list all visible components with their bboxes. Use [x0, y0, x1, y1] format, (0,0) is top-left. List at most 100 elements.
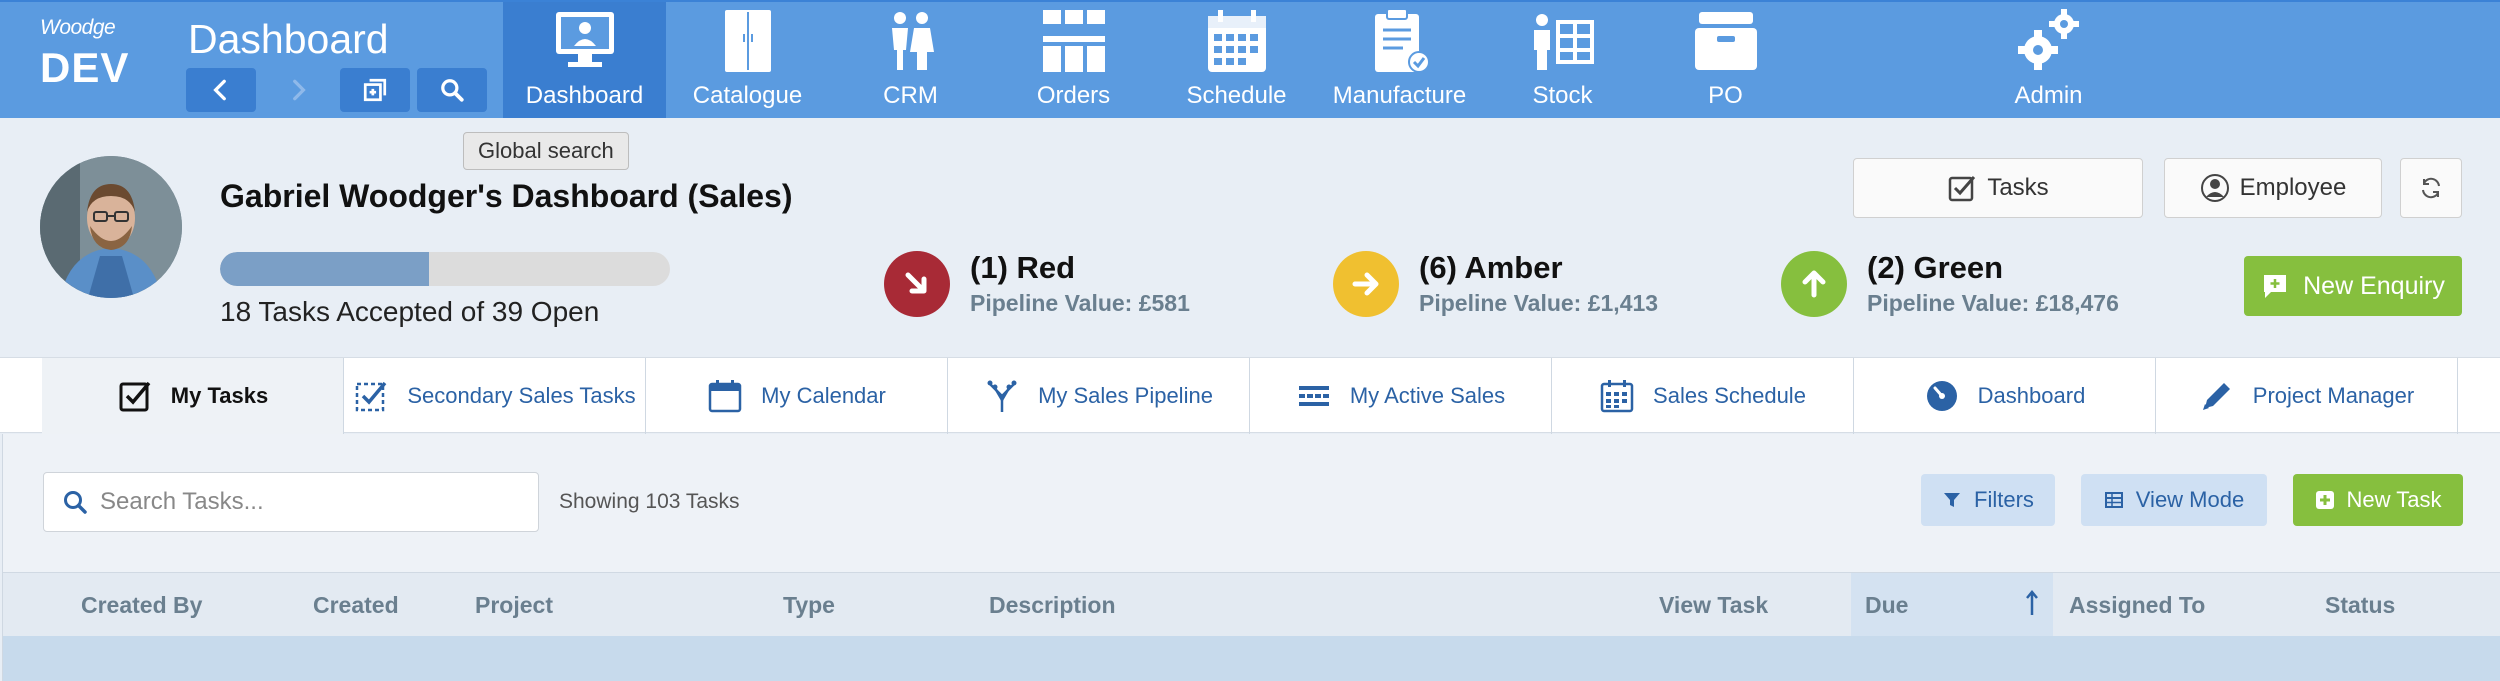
module-label: Schedule: [1186, 82, 1287, 109]
new-window-button[interactable]: [340, 68, 410, 112]
app-logo[interactable]: Woodge DEV: [40, 16, 160, 106]
module-schedule[interactable]: Schedule: [1155, 2, 1318, 118]
forward-button[interactable]: [263, 68, 333, 112]
tab-label: Secondary Sales Tasks: [407, 383, 636, 408]
tab-label: Dashboard: [1977, 383, 2086, 408]
rag-title: (6) Amber: [1419, 250, 1563, 285]
column-assigned-to[interactable]: Assigned To: [2069, 573, 2205, 637]
pipeline-value: Pipeline Value: £18,476: [1867, 290, 2119, 316]
forward-icon: [293, 79, 306, 101]
new-enquiry-label: New Enquiry: [2303, 271, 2445, 300]
filters-label: Filters: [1974, 487, 2034, 512]
checkbox-icon: [119, 381, 151, 412]
tab-my-calendar[interactable]: My Calendar: [646, 358, 948, 434]
module-label: Orders: [1036, 82, 1111, 109]
global-search-tooltip: Global search: [463, 132, 629, 170]
tab-my-tasks[interactable]: My Tasks: [42, 358, 344, 434]
view-mode-button[interactable]: View Mode: [2081, 474, 2267, 526]
avatar[interactable]: [40, 156, 182, 298]
dashboard-tabs: My Tasks Secondary Sales Tasks My Calend…: [0, 357, 2500, 434]
task-count: Showing 103 Tasks: [559, 490, 740, 513]
tab-label: My Calendar: [761, 383, 886, 408]
tab-secondary-sales-tasks[interactable]: Secondary Sales Tasks: [344, 358, 646, 434]
column-created[interactable]: Created: [313, 573, 399, 637]
tab-dashboard[interactable]: Dashboard: [1854, 358, 2156, 434]
calendar-icon: [708, 380, 742, 413]
module-label: Dashboard: [525, 82, 644, 109]
search-tasks-input[interactable]: [100, 488, 520, 516]
red-status-circle: [884, 250, 950, 317]
new-enquiry-button[interactable]: New Enquiry: [2244, 256, 2462, 316]
clipboard-icon: [1374, 8, 1430, 73]
column-created-by[interactable]: Created By: [81, 573, 202, 637]
module-dashboard[interactable]: Dashboard: [503, 2, 666, 118]
arrow-right-icon: [1352, 272, 1379, 295]
search-tasks-field[interactable]: [43, 472, 539, 532]
active-sales-icon: [1298, 386, 1329, 406]
module-admin[interactable]: Admin: [1967, 2, 2130, 118]
pipeline-value: Pipeline Value: £1,413: [1419, 290, 1659, 316]
column-description[interactable]: Description: [989, 573, 1116, 637]
tasks-button-label: Tasks: [1987, 174, 2049, 201]
comment-plus-icon: [2264, 275, 2287, 298]
arrow-down-right-icon: [905, 272, 927, 293]
tasks-button[interactable]: Tasks: [1853, 158, 2143, 218]
brand-name: Woodge: [40, 16, 116, 39]
column-view-task[interactable]: View Task: [1659, 573, 1768, 637]
plus-square-icon: [2315, 491, 2334, 509]
pipeline-icon: [987, 380, 1017, 412]
refresh-icon: [2422, 177, 2440, 199]
module-label: Admin: [2014, 82, 2083, 109]
column-project[interactable]: Project: [475, 573, 553, 637]
module-catalogue[interactable]: Catalogue: [666, 2, 829, 118]
tasks-panel: Showing 103 Tasks Filters View Mode New …: [2, 434, 2500, 681]
progress-text: 18 Tasks Accepted of 39 Open: [220, 296, 600, 327]
progress-fill: [220, 252, 430, 286]
back-button[interactable]: [186, 68, 256, 112]
column-due-label: Due: [1865, 591, 1909, 618]
checkbox-icon: [1949, 176, 1976, 202]
column-type[interactable]: Type: [783, 573, 835, 637]
module-label: Manufacture: [1332, 82, 1467, 109]
module-manufacture[interactable]: Manufacture: [1318, 2, 1481, 118]
task-table-header: Created By Created Project Type Descript…: [3, 572, 2500, 637]
green-status-circle: [1781, 250, 1847, 317]
arrow-up-icon: [1802, 270, 1826, 297]
filters-button[interactable]: Filters: [1921, 474, 2055, 526]
refresh-button[interactable]: [2400, 158, 2462, 218]
gears-icon: [2017, 9, 2079, 70]
employee-button[interactable]: Employee: [2164, 158, 2382, 218]
module-po[interactable]: PO: [1644, 2, 1807, 118]
module-orders[interactable]: Orders: [992, 2, 1155, 118]
rag-amber[interactable]: (6) Amber Pipeline Value: £1,413: [1333, 250, 1658, 317]
user-photo: [40, 156, 182, 298]
back-icon: [213, 79, 226, 101]
tab-project-manager[interactable]: Project Manager: [2156, 358, 2458, 434]
rag-title: (1) Red: [970, 250, 1076, 285]
environment-label: DEV: [40, 44, 130, 91]
column-due[interactable]: Due: [1851, 573, 2053, 637]
view-mode-label: View Mode: [2135, 487, 2245, 512]
employee-button-label: Employee: [2239, 174, 2347, 201]
tab-my-sales-pipeline[interactable]: My Sales Pipeline: [948, 358, 1250, 434]
page-title: Dashboard: [188, 16, 389, 62]
tray-icon: [1694, 12, 1757, 70]
new-task-button[interactable]: New Task: [2293, 474, 2463, 526]
module-stock[interactable]: Stock: [1481, 2, 1644, 118]
tab-label: My Sales Pipeline: [1038, 383, 1213, 408]
new-task-label: New Task: [2346, 487, 2442, 512]
rag-title: (2) Green: [1867, 250, 2004, 285]
module-crm[interactable]: CRM: [829, 2, 992, 118]
monitor-icon: [555, 12, 614, 67]
pipeline-value: Pipeline Value: £581: [970, 290, 1190, 316]
gauge-icon: [1926, 381, 1957, 411]
rag-green[interactable]: (2) Green Pipeline Value: £18,476: [1781, 250, 2119, 317]
tab-sales-schedule[interactable]: Sales Schedule: [1552, 358, 1854, 434]
column-status[interactable]: Status: [2325, 573, 2395, 637]
rag-red[interactable]: (1) Red Pipeline Value: £581: [884, 250, 1190, 317]
module-menu: Dashboard Catalogue CRM Orders Schedule …: [503, 2, 2130, 118]
top-navigation-bar: Woodge DEV Dashboard Dashboard Catalogue…: [0, 0, 2500, 118]
global-search-button[interactable]: [417, 68, 487, 112]
tab-my-active-sales[interactable]: My Active Sales: [1250, 358, 1552, 434]
wardrobe-icon: [724, 10, 771, 72]
